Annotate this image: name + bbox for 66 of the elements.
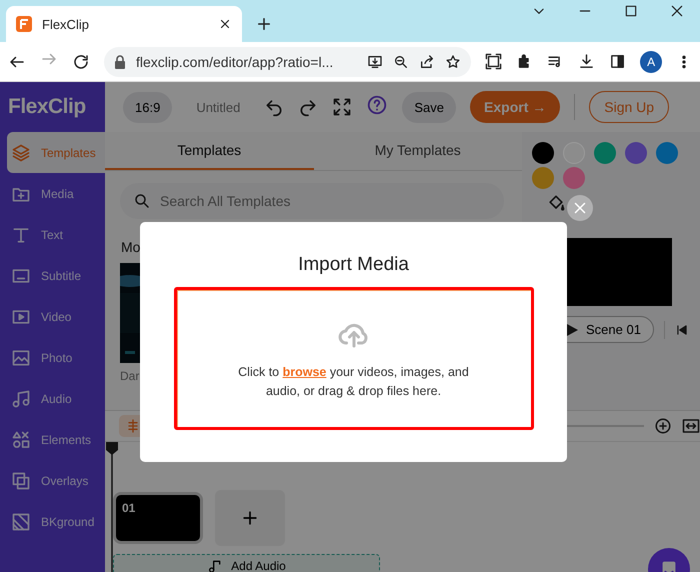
reload-icon (72, 52, 90, 70)
aspect-ratio-button[interactable]: 16:9 (123, 92, 172, 122)
url-text: flexclip.com/editor/app?ratio=l... (136, 54, 334, 70)
music-icon (11, 388, 31, 408)
panel-tab[interactable]: Templates (105, 132, 314, 170)
sidebar-item[interactable]: Overlays (0, 460, 105, 501)
export-button[interactable]: Export → (470, 91, 560, 123)
layers-icon (11, 142, 31, 162)
color-swatch[interactable] (656, 142, 678, 164)
background-icon (11, 512, 31, 532)
zoom-in-icon (654, 417, 672, 435)
star-icon (445, 54, 462, 70)
drop-instructions: Click to browse your videos, images, and audio, or drag & drop files here. (237, 364, 470, 400)
install-icon (367, 54, 384, 70)
panel-tab[interactable]: My Templates (314, 132, 522, 170)
address-bar[interactable]: flexclip.com/editor/app?ratio=l... (104, 46, 472, 76)
color-swatch[interactable] (594, 142, 616, 164)
close-icon (218, 17, 232, 31)
download-icon (578, 53, 596, 70)
sidebar-item[interactable]: Text (0, 214, 105, 255)
help-icon (366, 94, 388, 116)
sidebar-item[interactable]: Video (0, 296, 105, 337)
color-swatch[interactable] (532, 142, 554, 164)
section-heading: Mo (121, 239, 142, 255)
plus-icon (255, 15, 273, 33)
dialog-title: Import Media (298, 254, 409, 276)
close-icon (670, 4, 684, 18)
fit-width-icon (682, 417, 700, 435)
side-panel-icon (609, 53, 626, 70)
shapes-icon (11, 430, 31, 450)
project-name[interactable]: Untitled (196, 100, 240, 114)
save-button[interactable]: Save (402, 92, 456, 122)
search-field[interactable]: Search All Templates (120, 183, 504, 219)
color-swatch[interactable] (532, 167, 554, 189)
share-icon (419, 54, 436, 70)
sidebar-item[interactable]: Audio (0, 378, 105, 419)
favicon-icon (16, 16, 32, 32)
browser-tab[interactable]: FlexClip (6, 6, 242, 42)
add-audio-button[interactable]: Add Audio (113, 554, 380, 572)
image-icon (11, 348, 31, 368)
color-swatch[interactable] (625, 142, 647, 164)
skip-back-icon (674, 322, 689, 336)
scene-clip[interactable]: 01 (113, 492, 203, 544)
close-button[interactable] (567, 195, 593, 221)
screenshot-icon (485, 53, 502, 70)
sidebar-item[interactable]: Templates (7, 132, 105, 173)
fullscreen-icon (332, 97, 352, 117)
color-swatch[interactable] (563, 167, 585, 189)
sidebar-item[interactable]: Subtitle (0, 255, 105, 296)
tab-title: FlexClip (42, 16, 90, 32)
overlay-icon (11, 470, 31, 490)
sidebar-item[interactable]: BKground (0, 501, 105, 542)
app-logo[interactable]: FlexClip (0, 82, 105, 132)
drop-zone[interactable]: Click to browse your videos, images, and audio, or drag & drop files here. (174, 287, 534, 430)
zoom-out-icon (393, 54, 410, 70)
maximize-icon (624, 4, 638, 18)
music-note-icon (207, 558, 224, 572)
sidebar-item[interactable]: Elements (0, 419, 105, 460)
sign-up-button[interactable]: Sign Up (589, 91, 670, 123)
profile-avatar[interactable]: A (640, 50, 662, 72)
search-icon (133, 192, 151, 210)
sidebar-item[interactable]: Media (0, 173, 105, 214)
template-caption: Dar (120, 369, 140, 383)
sidebar-item[interactable]: Photo (0, 337, 105, 378)
lock-icon (114, 54, 126, 68)
browse-link[interactable]: browse (282, 365, 326, 379)
